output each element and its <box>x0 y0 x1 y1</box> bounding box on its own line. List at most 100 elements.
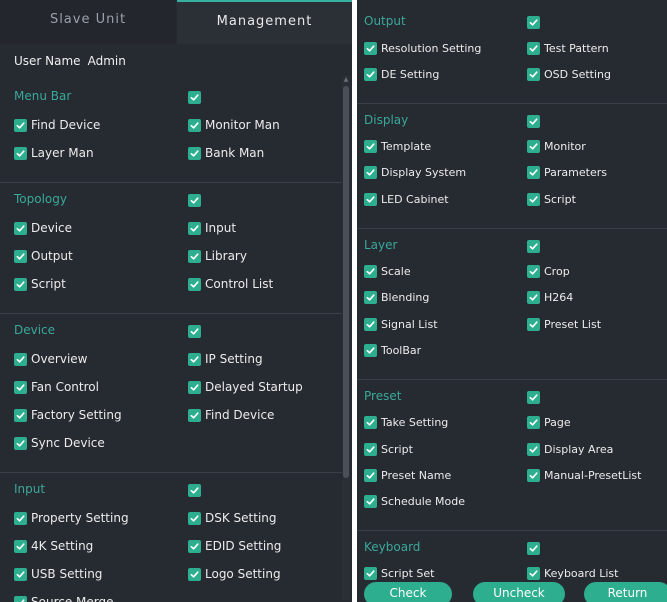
checkbox-ip-setting[interactable] <box>188 352 201 366</box>
permission-item-template[interactable]: Template <box>364 139 431 155</box>
permission-item-input[interactable]: Input <box>188 220 236 236</box>
permission-item-parameters[interactable]: Parameters <box>527 165 607 181</box>
checkbox-overview[interactable] <box>14 352 27 366</box>
checkbox-monitor[interactable] <box>527 140 540 154</box>
tab-management[interactable]: Management <box>177 0 352 44</box>
checkbox-find-device[interactable] <box>14 118 27 132</box>
permission-item-bank-man[interactable]: Bank Man <box>188 145 264 161</box>
checkbox-dsk-setting[interactable] <box>188 511 201 525</box>
permission-item-script[interactable]: Script <box>527 191 576 207</box>
checkbox-input[interactable] <box>188 221 201 235</box>
checkbox-scale[interactable] <box>364 265 377 278</box>
scroll-up-icon[interactable]: ▲ <box>342 76 350 84</box>
checkbox-manual-presetlist[interactable] <box>527 468 540 482</box>
permission-item-script[interactable]: Script <box>14 276 66 292</box>
permission-item-find-device[interactable]: Find Device <box>188 407 274 423</box>
permission-item-dsk-setting[interactable]: DSK Setting <box>188 510 277 526</box>
permission-item-crop[interactable]: Crop <box>527 264 570 280</box>
checkbox-led-cabinet[interactable] <box>364 192 377 206</box>
checkbox-control-list[interactable] <box>188 277 201 291</box>
checkbox-schedule-mode[interactable] <box>364 495 377 509</box>
checkbox-de-setting[interactable] <box>364 67 377 81</box>
scroll-thumb[interactable] <box>343 86 349 478</box>
checkbox-usb-setting[interactable] <box>14 567 27 581</box>
checkbox-edid-setting[interactable] <box>188 539 201 553</box>
section-checkbox-display[interactable] <box>527 114 540 128</box>
checkbox-template[interactable] <box>364 140 377 154</box>
checkbox-crop[interactable] <box>527 265 540 278</box>
section-checkbox-input[interactable] <box>188 484 201 497</box>
permission-item-display-area[interactable]: Display Area <box>527 441 613 457</box>
permission-item-property-setting[interactable]: Property Setting <box>14 510 129 526</box>
checkbox-display-area[interactable] <box>527 442 540 456</box>
section-checkbox-preset[interactable] <box>527 390 540 404</box>
checkbox-resolution-setting[interactable] <box>364 41 377 55</box>
checkbox-script[interactable] <box>527 192 540 206</box>
checkbox-logo-setting[interactable] <box>188 567 201 581</box>
permission-item-edid-setting[interactable]: EDID Setting <box>188 538 281 554</box>
permission-item-h264[interactable]: H264 <box>527 290 573 306</box>
permission-item-layer-man[interactable]: Layer Man <box>14 145 94 161</box>
permission-item-de-setting[interactable]: DE Setting <box>364 66 439 82</box>
permission-item-osd-setting[interactable]: OSD Setting <box>527 66 611 82</box>
checkbox-output[interactable] <box>14 249 27 263</box>
permission-item-keyboard-list[interactable]: Keyboard List <box>527 566 618 582</box>
checkbox-script[interactable] <box>14 277 27 291</box>
checkbox-library[interactable] <box>188 249 201 263</box>
permission-item-delayed-startup[interactable]: Delayed Startup <box>188 379 303 395</box>
checkbox-signal-list[interactable] <box>364 317 377 331</box>
permission-item-schedule-mode[interactable]: Schedule Mode <box>364 494 465 510</box>
permission-item-manual-presetlist[interactable]: Manual-PresetList <box>527 467 641 483</box>
permission-item-device[interactable]: Device <box>14 220 72 236</box>
permission-item-scale[interactable]: Scale <box>364 264 411 280</box>
permission-item-display-system[interactable]: Display System <box>364 165 466 181</box>
checkbox-preset-name[interactable] <box>364 468 377 482</box>
permission-item-blending[interactable]: Blending <box>364 290 429 306</box>
permission-item-library[interactable]: Library <box>188 248 247 264</box>
checkbox-delayed-startup[interactable] <box>188 380 201 394</box>
permission-item-output[interactable]: Output <box>14 248 73 264</box>
checkbox-test-pattern[interactable] <box>527 41 540 55</box>
permission-item-find-device[interactable]: Find Device <box>14 117 100 133</box>
checkbox-property-setting[interactable] <box>14 511 27 525</box>
checkbox-preset-list[interactable] <box>527 317 540 331</box>
checkbox-display-system[interactable] <box>364 166 377 180</box>
checkbox-sync-device[interactable] <box>14 436 27 450</box>
uncheck-button[interactable]: Uncheck <box>473 582 565 602</box>
checkbox-h264[interactable] <box>527 291 540 305</box>
permission-item-led-cabinet[interactable]: LED Cabinet <box>364 191 449 207</box>
checkbox-parameters[interactable] <box>527 166 540 180</box>
checkbox-take-setting[interactable] <box>364 416 377 430</box>
permission-item-monitor[interactable]: Monitor <box>527 139 586 155</box>
permission-item-logo-setting[interactable]: Logo Setting <box>188 566 281 582</box>
permission-item-ip-setting[interactable]: IP Setting <box>188 351 263 367</box>
checkbox-toolbar[interactable] <box>364 343 377 357</box>
checkbox-osd-setting[interactable] <box>527 67 540 81</box>
section-checkbox-device[interactable] <box>188 325 201 338</box>
checkbox-factory-setting[interactable] <box>14 408 27 422</box>
checkbox-page[interactable] <box>527 416 540 430</box>
permission-item-factory-setting[interactable]: Factory Setting <box>14 407 122 423</box>
section-checkbox-menu-bar[interactable] <box>188 91 201 104</box>
checkbox-device[interactable] <box>14 221 27 235</box>
permission-item-signal-list[interactable]: Signal List <box>364 316 438 332</box>
section-checkbox-keyboard[interactable] <box>527 541 540 555</box>
check-button[interactable]: Check <box>364 582 452 602</box>
section-checkbox-topology[interactable] <box>188 194 201 207</box>
checkbox-script[interactable] <box>364 442 377 456</box>
permission-item-4k-setting[interactable]: 4K Setting <box>14 538 93 554</box>
permission-item-test-pattern[interactable]: Test Pattern <box>527 40 609 56</box>
permission-item-toolbar[interactable]: ToolBar <box>364 342 421 358</box>
checkbox-4k-setting[interactable] <box>14 539 27 553</box>
permission-item-resolution-setting[interactable]: Resolution Setting <box>364 40 481 56</box>
permission-item-monitor-man[interactable]: Monitor Man <box>188 117 280 133</box>
checkbox-source-merge[interactable] <box>14 595 27 602</box>
permission-item-source-merge[interactable]: Source Merge <box>14 594 114 602</box>
permission-item-fan-control[interactable]: Fan Control <box>14 379 99 395</box>
permission-item-script[interactable]: Script <box>364 441 413 457</box>
permission-item-preset-name[interactable]: Preset Name <box>364 467 451 483</box>
checkbox-fan-control[interactable] <box>14 380 27 394</box>
permission-item-script-set[interactable]: Script Set <box>364 566 434 582</box>
permission-item-page[interactable]: Page <box>527 415 571 431</box>
checkbox-layer-man[interactable] <box>14 146 27 160</box>
